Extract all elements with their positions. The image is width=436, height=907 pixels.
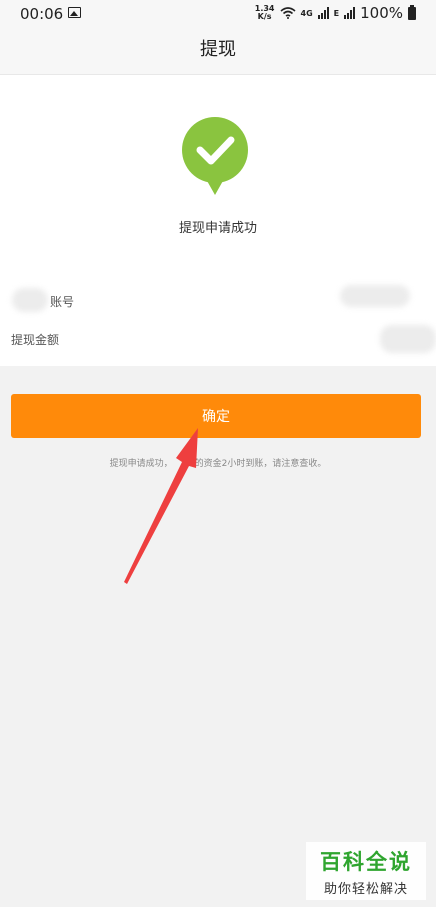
- blurred-amount-value: [380, 325, 436, 353]
- signal-bars-icon: [317, 7, 329, 19]
- wifi-icon: [279, 7, 296, 19]
- success-message: 提现申请成功: [178, 221, 257, 236]
- network-e-label: E: [333, 8, 340, 18]
- result-card: 提现申请成功 账号 提现金额: [0, 75, 436, 366]
- network-4g-label: 4G: [300, 8, 313, 18]
- status-bar: 00:06 1.34 K/s 4G E 100%: [0, 0, 436, 28]
- success-check-icon: [182, 117, 248, 195]
- battery-icon: [408, 4, 416, 20]
- network-speed: 1.34 K/s: [254, 4, 275, 21]
- page-title: 提现: [200, 39, 236, 60]
- blurred-account-value: [340, 285, 410, 307]
- account-label: 账号: [50, 295, 75, 309]
- signal-bars-icon-2: [344, 7, 356, 19]
- status-icons: 1.34 K/s 4G E 100%: [255, 4, 416, 22]
- status-time: 00:06: [20, 5, 64, 23]
- blurred-account-prefix: [12, 288, 48, 312]
- account-row: 账号: [0, 285, 436, 315]
- watermark-logo: 百科全说 助你轻松解决: [306, 842, 426, 900]
- nav-bar: 提现: [0, 28, 436, 75]
- amount-label: 提现金额: [11, 333, 60, 347]
- image-notification-icon: [68, 7, 81, 18]
- amount-row: 提现金额: [0, 323, 436, 353]
- arrival-tip: 提现申请成功， 的资金2小时到账，请注意查收。: [109, 459, 327, 469]
- battery-percent: 100%: [360, 4, 403, 22]
- confirm-button[interactable]: 确定: [11, 394, 421, 438]
